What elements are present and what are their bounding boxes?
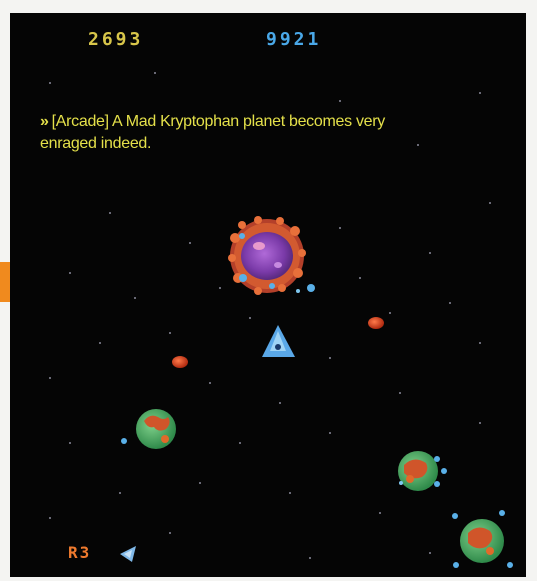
caption-text: [Arcade] A Mad Kryptophan planet becomes…: [40, 113, 385, 152]
green-planet: [452, 510, 513, 568]
player-ship: [262, 325, 295, 357]
round-indicator: R3: [68, 543, 92, 562]
game-screen: 2693 9921 » [Arcade] A Mad Kryptophan pla…: [10, 13, 526, 577]
green-planet: [398, 451, 447, 491]
caption-bullet: »: [40, 113, 49, 130]
enraged-planet: [228, 216, 315, 295]
red-mine: [368, 317, 384, 329]
ship-icon: [120, 546, 136, 562]
page-frame: 2693 9921 » [Arcade] A Mad Kryptophan pla…: [0, 0, 537, 581]
player1-score: 2693: [88, 29, 144, 50]
red-mine: [172, 356, 188, 368]
green-planet: [121, 409, 176, 449]
playfield: [49, 72, 513, 568]
image-caption: » [Arcade] A Mad Kryptophan planet become…: [40, 111, 400, 155]
accent-tab: [0, 262, 10, 302]
player2-score: 9921: [266, 29, 322, 50]
